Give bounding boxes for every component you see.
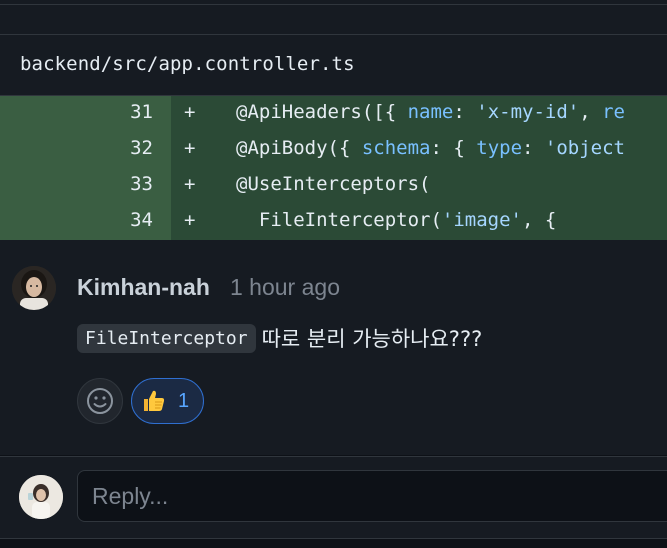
add-reaction-button[interactable] bbox=[77, 378, 123, 424]
code-token: @ApiHeaders([{ bbox=[236, 101, 408, 123]
code-token: FileInterceptor( bbox=[236, 209, 442, 231]
line-number-gutter: 34 bbox=[0, 204, 171, 240]
code-token: type bbox=[476, 137, 523, 159]
divider bbox=[0, 4, 667, 5]
bottom-divider bbox=[0, 538, 667, 548]
smiley-icon bbox=[87, 388, 113, 414]
review-thread-panel: backend/src/app.controller.ts 31 + @ApiH… bbox=[0, 0, 667, 548]
thumbs-up-icon bbox=[144, 390, 165, 411]
reply-input[interactable] bbox=[77, 470, 667, 522]
avatar-image bbox=[19, 475, 63, 519]
code-token: : bbox=[453, 101, 477, 123]
avatar-image bbox=[12, 266, 56, 310]
code-token: : bbox=[522, 137, 545, 159]
diff-line[interactable]: 31 + @ApiHeaders([{ name: 'x-my-id', re bbox=[0, 96, 667, 132]
code-token: 'object bbox=[544, 137, 625, 159]
code-text: @ApiHeaders([{ name: 'x-my-id', re bbox=[236, 101, 625, 123]
line-number-gutter: 33 bbox=[0, 168, 171, 204]
added-marker: + bbox=[184, 137, 196, 159]
avatar[interactable] bbox=[12, 266, 56, 310]
file-header: backend/src/app.controller.ts bbox=[0, 35, 667, 96]
code-text: @UseInterceptors( bbox=[236, 173, 430, 195]
code-token: schema bbox=[361, 137, 431, 159]
added-marker: + bbox=[184, 209, 196, 231]
reply-area bbox=[0, 456, 667, 548]
code-token: 'x-my-id' bbox=[476, 101, 580, 123]
line-number: 34 bbox=[130, 209, 153, 231]
reaction-count: 1 bbox=[178, 390, 190, 412]
added-marker: + bbox=[184, 101, 196, 123]
code-token: , bbox=[579, 101, 603, 123]
code-token: @ApiBody({ bbox=[236, 137, 362, 159]
code-token: : { bbox=[430, 137, 477, 159]
diff-line[interactable]: 34 + FileInterceptor('image', { bbox=[0, 204, 667, 240]
file-path[interactable]: backend/src/app.controller.ts bbox=[20, 53, 355, 75]
comment-text: 따로 분리 가능하나요??? bbox=[261, 327, 483, 351]
added-marker: + bbox=[184, 173, 196, 195]
code-token: name bbox=[407, 101, 454, 123]
thumbs-up-reaction[interactable]: 1 bbox=[131, 378, 204, 424]
code-token: re bbox=[602, 101, 625, 123]
code-text: @ApiBody({ schema: { type: 'object bbox=[236, 137, 625, 159]
code-text: FileInterceptor('image', { bbox=[236, 209, 556, 231]
comment-body: FileInterceptor 따로 분리 가능하나요??? bbox=[77, 323, 482, 355]
line-number-gutter: 32 bbox=[0, 132, 171, 168]
line-number: 33 bbox=[130, 173, 153, 195]
code-token: @UseInterceptors( bbox=[236, 173, 431, 195]
inline-code: FileInterceptor bbox=[77, 323, 256, 353]
comment-author[interactable]: Kimhan-nah bbox=[77, 274, 210, 301]
line-number: 31 bbox=[130, 101, 153, 123]
current-user-avatar bbox=[19, 475, 63, 519]
code-token: 'image' bbox=[441, 209, 522, 231]
line-number: 32 bbox=[130, 137, 153, 159]
line-number-gutter: 31 bbox=[0, 96, 171, 132]
comment-timestamp[interactable]: 1 hour ago bbox=[230, 274, 340, 301]
diff-line[interactable]: 33 + @UseInterceptors( bbox=[0, 168, 667, 204]
code-token: , { bbox=[521, 209, 557, 231]
diff-line[interactable]: 32 + @ApiBody({ schema: { type: 'object bbox=[0, 132, 667, 168]
diff-hunk: 31 + @ApiHeaders([{ name: 'x-my-id', re … bbox=[0, 96, 667, 240]
top-divider-strip bbox=[0, 0, 667, 35]
review-comment: Kimhan-nah 1 hour ago FileInterceptor 따로 … bbox=[0, 240, 667, 455]
